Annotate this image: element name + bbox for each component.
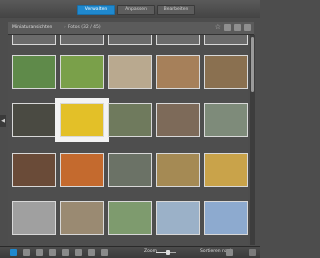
header-icons: ☆: [215, 24, 251, 31]
zoom-slider[interactable]: [156, 250, 176, 255]
scrollbar-thumb[interactable]: [251, 37, 254, 92]
view-detail-icon[interactable]: [234, 24, 241, 31]
thumb-train-station[interactable]: [12, 201, 56, 235]
thumb-statue-rider[interactable]: [156, 103, 200, 137]
rotate-left-icon[interactable]: [62, 249, 69, 256]
thumb-gourds[interactable]: [60, 153, 104, 187]
thumb-cliffs[interactable]: [204, 103, 248, 137]
thumb-squirrel[interactable]: [108, 103, 152, 137]
menu-icon[interactable]: [244, 24, 251, 31]
resize-corner-icon[interactable]: [249, 249, 256, 256]
vertical-scrollbar[interactable]: [250, 35, 255, 245]
thumb-bridge-trees[interactable]: [108, 201, 152, 235]
bottom-toolbar: Zoom Sortieren nach: [0, 246, 260, 258]
thumb-top-partial-4[interactable]: [156, 35, 200, 45]
view-grid-icon[interactable]: [224, 24, 231, 31]
breadcrumb-label[interactable]: Fotos (32 / 45): [68, 25, 101, 30]
collapse-left-handle[interactable]: ◀: [0, 115, 6, 127]
tab-bearbeiten[interactable]: Bearbeiten: [157, 5, 195, 15]
thumb-night-city[interactable]: [156, 153, 200, 187]
thumb-lizard[interactable]: [12, 153, 56, 187]
thumbnail-header: Miniaturansichten › Fotos (32 / 45) ☆: [8, 22, 254, 35]
thumb-top-partial-2[interactable]: [60, 35, 104, 45]
info-icon[interactable]: [101, 249, 108, 256]
grid-view-icon[interactable]: [10, 249, 17, 256]
thumb-parrot[interactable]: [60, 55, 104, 89]
thumb-clock-tower[interactable]: [156, 201, 200, 235]
single-view-icon[interactable]: [23, 249, 30, 256]
compare-icon[interactable]: [49, 249, 56, 256]
share-icon[interactable]: [88, 249, 95, 256]
tab-verwalten[interactable]: Verwalten: [77, 5, 115, 15]
edit-icon[interactable]: [36, 249, 43, 256]
star-icon[interactable]: ☆: [215, 24, 221, 31]
thumb-dog-gray[interactable]: [108, 55, 152, 89]
top-bar: Verwalten Anpassen Bearbeiten: [0, 0, 260, 18]
breadcrumb: › Fotos (32 / 45): [62, 25, 101, 30]
thumb-top-partial-1[interactable]: [12, 35, 56, 45]
bottom-icon-group: [10, 249, 108, 256]
thumb-yellow-taxi[interactable]: [55, 98, 109, 142]
thumb-dog-brown[interactable]: [156, 55, 200, 89]
thumb-taxi-street[interactable]: [204, 153, 248, 187]
sort-dropdown-icon[interactable]: [226, 249, 233, 256]
thumbnail-grid: [8, 35, 248, 245]
thumb-dog-face[interactable]: [204, 55, 248, 89]
thumb-top-partial-3[interactable]: [108, 35, 152, 45]
thumb-street-market[interactable]: [108, 153, 152, 187]
thumb-mosque[interactable]: [204, 201, 248, 235]
thumb-landscape-house[interactable]: [12, 55, 56, 89]
zoom-slider-handle[interactable]: [166, 250, 170, 255]
rotate-right-icon[interactable]: [75, 249, 82, 256]
panel-title: Miniaturansichten: [12, 25, 53, 30]
mode-tabs: Verwalten Anpassen Bearbeiten: [77, 5, 195, 15]
tab-anpassen[interactable]: Anpassen: [117, 5, 155, 15]
thumb-top-partial-5[interactable]: [204, 35, 248, 45]
thumb-old-buildings[interactable]: [60, 201, 104, 235]
thumb-donkey[interactable]: [12, 103, 56, 137]
